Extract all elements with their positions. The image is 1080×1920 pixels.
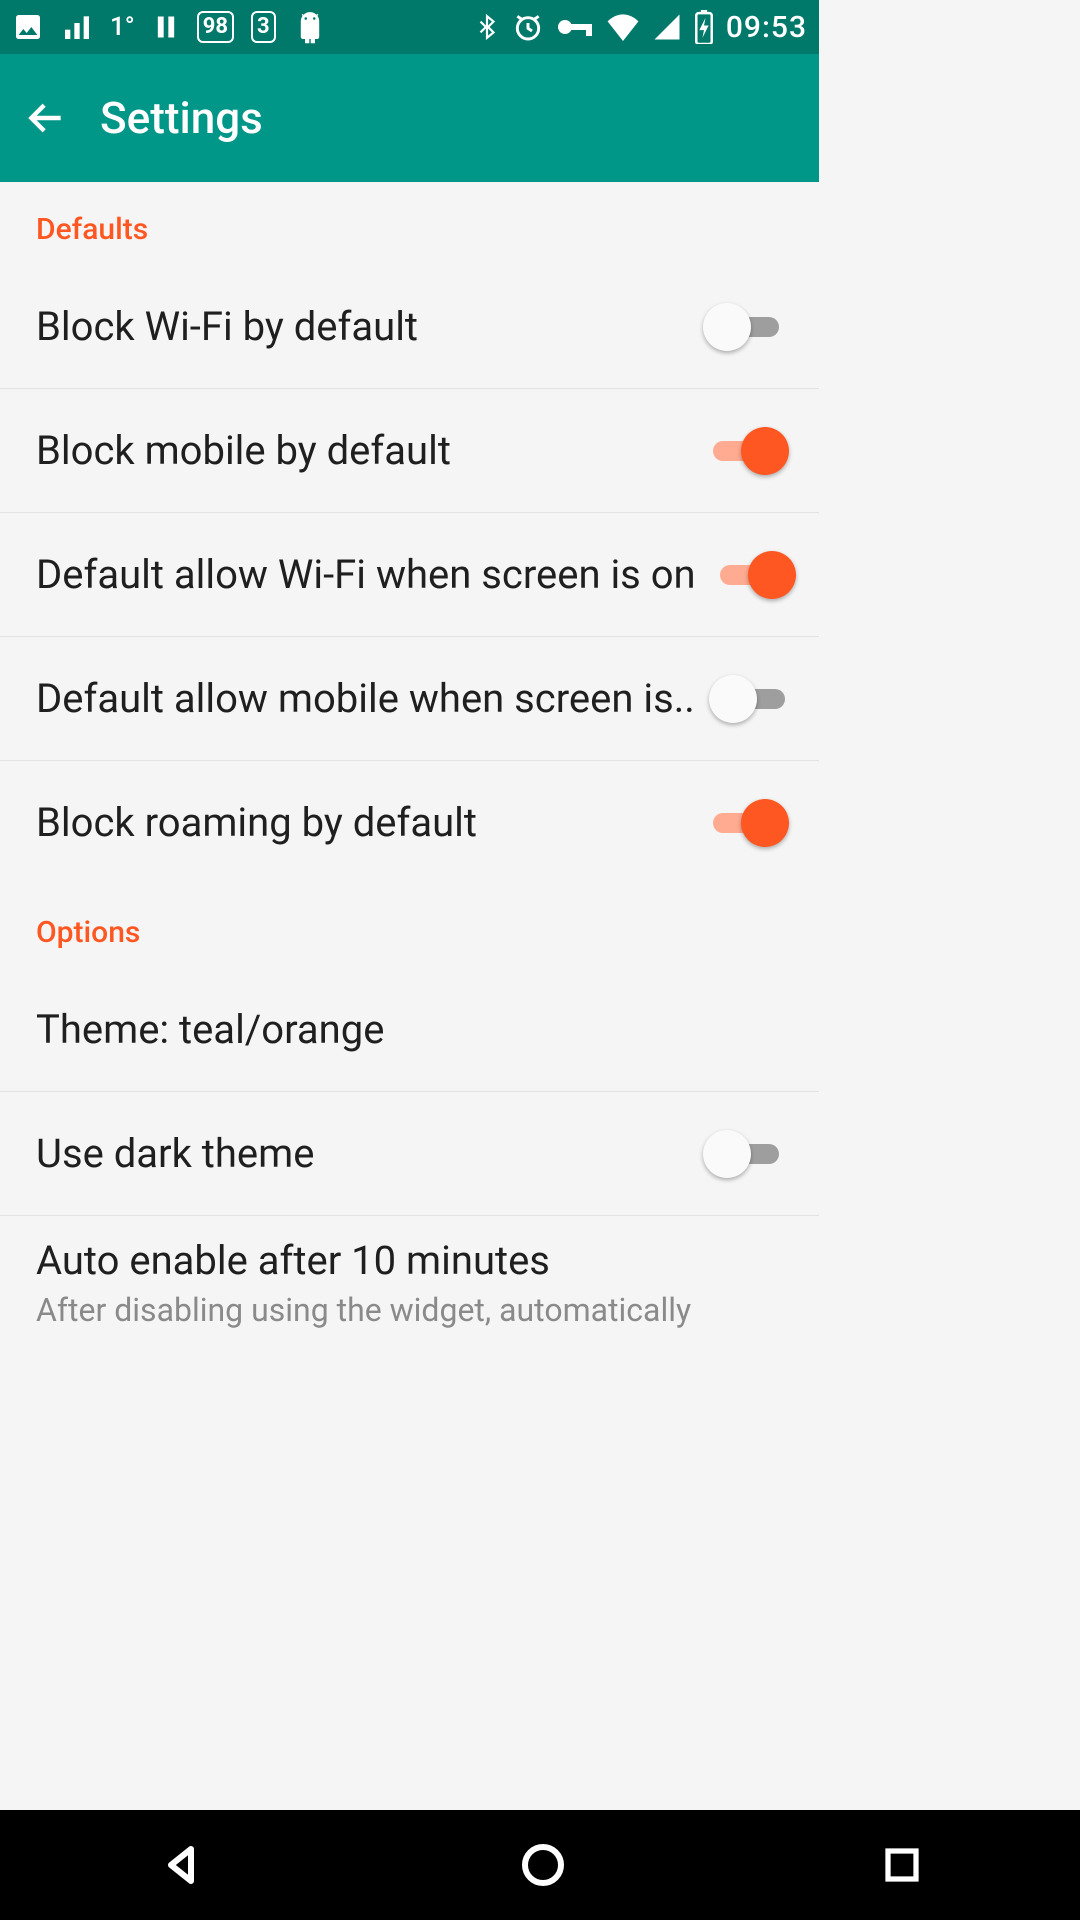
wifi-icon [606, 13, 640, 41]
status-clock: 09:53 [726, 10, 807, 45]
toggle-allow-mobile-screen-on[interactable] [715, 675, 789, 723]
setting-allow-mobile-screen-on[interactable]: Default allow mobile when screen is.. [0, 637, 819, 761]
pause-icon [152, 11, 180, 43]
setting-label: Block roaming by default [36, 798, 689, 848]
status-badge-2: 3 [251, 11, 276, 43]
setting-block-roaming[interactable]: Block roaming by default [0, 761, 819, 885]
status-badge-1: 98 [197, 11, 234, 43]
setting-auto-enable[interactable]: Auto enable after 10 minutes After disab… [0, 1216, 819, 1342]
signal-bars-icon [61, 11, 93, 43]
setting-label: Use dark theme [36, 1129, 689, 1179]
back-button[interactable] [24, 96, 68, 140]
setting-label: Auto enable after 10 minutes [36, 1236, 763, 1286]
setting-label: Default allow mobile when screen is.. [36, 674, 695, 724]
toggle-block-wifi[interactable] [709, 303, 783, 351]
setting-sublabel: After disabling using the widget, automa… [36, 1290, 763, 1330]
setting-allow-wifi-screen-on[interactable]: Default allow Wi-Fi when screen is on [0, 513, 819, 637]
setting-label: Block Wi-Fi by default [36, 302, 689, 352]
battery-charging-icon [694, 10, 714, 44]
nav-home-button[interactable] [519, 1841, 567, 1889]
setting-label: Theme: teal/orange [36, 1005, 763, 1055]
status-bar: 1° 98 3 09:53 [0, 0, 819, 54]
android-icon [293, 10, 327, 44]
temperature-indicator: 1° [110, 12, 135, 42]
alarm-icon [512, 11, 544, 43]
settings-list: Defaults Block Wi-Fi by default Block mo… [0, 182, 819, 1346]
setting-label: Block mobile by default [36, 426, 689, 476]
toggle-allow-wifi-screen-on[interactable] [716, 551, 790, 599]
picture-icon [12, 11, 44, 43]
section-header-options: Options [0, 885, 819, 968]
app-bar: Settings [0, 54, 819, 182]
page-title: Settings [100, 92, 263, 144]
bluetooth-icon [474, 11, 500, 43]
toggle-block-mobile[interactable] [709, 427, 783, 475]
setting-block-mobile[interactable]: Block mobile by default [0, 389, 819, 513]
cell-signal-icon [652, 12, 682, 42]
nav-back-button[interactable] [157, 1841, 205, 1889]
setting-dark-theme[interactable]: Use dark theme [0, 1092, 819, 1216]
system-nav-bar [0, 1810, 1080, 1920]
toggle-dark-theme[interactable] [709, 1130, 783, 1178]
setting-label: Default allow Wi-Fi when screen is on [36, 550, 696, 600]
setting-block-wifi[interactable]: Block Wi-Fi by default [0, 265, 819, 389]
section-header-defaults: Defaults [0, 182, 819, 265]
vpn-key-icon [556, 15, 594, 39]
setting-theme[interactable]: Theme: teal/orange [0, 968, 819, 1092]
toggle-block-roaming[interactable] [709, 799, 783, 847]
nav-recent-button[interactable] [881, 1844, 923, 1886]
